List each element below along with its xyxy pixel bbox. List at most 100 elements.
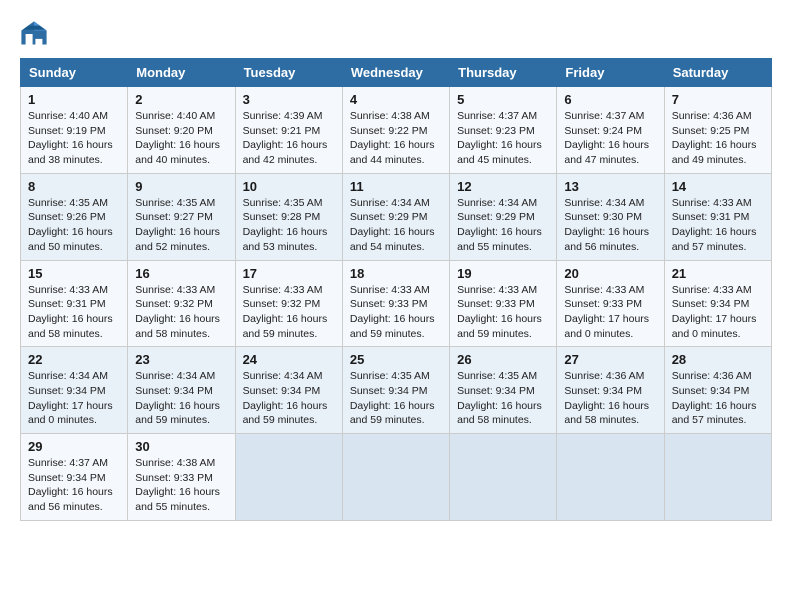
day-number: 9: [135, 179, 227, 194]
calendar-cell: 25 Sunrise: 4:35 AM Sunset: 9:34 PM Dayli…: [342, 347, 449, 434]
calendar-cell: 3Sunrise: 4:39 AM Sunset: 9:21 PM Daylig…: [235, 87, 342, 174]
calendar-cell: 18 Sunrise: 4:33 AM Sunset: 9:33 PM Dayli…: [342, 260, 449, 347]
calendar-cell: 29 Sunrise: 4:37 AM Sunset: 9:34 PM Dayli…: [21, 434, 128, 521]
day-info: Sunrise: 4:33 AM Sunset: 9:33 PM Dayligh…: [564, 283, 656, 342]
day-info: Sunrise: 4:33 AM Sunset: 9:32 PM Dayligh…: [135, 283, 227, 342]
column-header-monday: Monday: [128, 59, 235, 87]
calendar-cell: 27 Sunrise: 4:36 AM Sunset: 9:34 PM Dayli…: [557, 347, 664, 434]
day-info: Sunrise: 4:34 AM Sunset: 9:34 PM Dayligh…: [28, 369, 120, 428]
day-number: 12: [457, 179, 549, 194]
day-number: 17: [243, 266, 335, 281]
day-number: 10: [243, 179, 335, 194]
day-info: Sunrise: 4:34 AM Sunset: 9:34 PM Dayligh…: [135, 369, 227, 428]
day-info: Sunrise: 4:40 AM Sunset: 9:20 PM Dayligh…: [135, 109, 227, 168]
day-info: Sunrise: 4:36 AM Sunset: 9:34 PM Dayligh…: [564, 369, 656, 428]
day-number: 25: [350, 352, 442, 367]
column-header-tuesday: Tuesday: [235, 59, 342, 87]
column-header-saturday: Saturday: [664, 59, 771, 87]
logo-icon: [20, 20, 48, 48]
day-info: Sunrise: 4:35 AM Sunset: 9:26 PM Dayligh…: [28, 196, 120, 255]
day-info: Sunrise: 4:34 AM Sunset: 9:30 PM Dayligh…: [564, 196, 656, 255]
calendar-cell: 28Sunrise: 4:36 AM Sunset: 9:34 PM Dayli…: [664, 347, 771, 434]
day-number: 18: [350, 266, 442, 281]
calendar-cell: 2 Sunrise: 4:40 AM Sunset: 9:20 PM Daylig…: [128, 87, 235, 174]
day-info: Sunrise: 4:35 AM Sunset: 9:34 PM Dayligh…: [457, 369, 549, 428]
column-header-wednesday: Wednesday: [342, 59, 449, 87]
day-info: Sunrise: 4:33 AM Sunset: 9:33 PM Dayligh…: [350, 283, 442, 342]
calendar-cell: [664, 434, 771, 521]
day-number: 7: [672, 92, 764, 107]
day-number: 21: [672, 266, 764, 281]
day-info: Sunrise: 4:38 AM Sunset: 9:22 PM Dayligh…: [350, 109, 442, 168]
day-number: 11: [350, 179, 442, 194]
calendar-cell: [557, 434, 664, 521]
day-info: Sunrise: 4:33 AM Sunset: 9:32 PM Dayligh…: [243, 283, 335, 342]
calendar-cell: 24Sunrise: 4:34 AM Sunset: 9:34 PM Dayli…: [235, 347, 342, 434]
calendar-cell: [235, 434, 342, 521]
day-number: 1: [28, 92, 120, 107]
day-info: Sunrise: 4:33 AM Sunset: 9:33 PM Dayligh…: [457, 283, 549, 342]
day-number: 20: [564, 266, 656, 281]
day-info: Sunrise: 4:33 AM Sunset: 9:34 PM Dayligh…: [672, 283, 764, 342]
calendar-cell: 8Sunrise: 4:35 AM Sunset: 9:26 PM Daylig…: [21, 173, 128, 260]
calendar-cell: 16 Sunrise: 4:33 AM Sunset: 9:32 PM Dayli…: [128, 260, 235, 347]
day-info: Sunrise: 4:37 AM Sunset: 9:24 PM Dayligh…: [564, 109, 656, 168]
day-info: Sunrise: 4:36 AM Sunset: 9:34 PM Dayligh…: [672, 369, 764, 428]
day-number: 27: [564, 352, 656, 367]
calendar-cell: 17 Sunrise: 4:33 AM Sunset: 9:32 PM Dayli…: [235, 260, 342, 347]
column-header-thursday: Thursday: [450, 59, 557, 87]
day-number: 26: [457, 352, 549, 367]
calendar-cell: 11 Sunrise: 4:34 AM Sunset: 9:29 PM Dayli…: [342, 173, 449, 260]
calendar-week-row: 29 Sunrise: 4:37 AM Sunset: 9:34 PM Dayli…: [21, 434, 772, 521]
day-number: 16: [135, 266, 227, 281]
calendar-week-row: 1 Sunrise: 4:40 AM Sunset: 9:19 PM Daylig…: [21, 87, 772, 174]
calendar-header-row: SundayMondayTuesdayWednesdayThursdayFrid…: [21, 59, 772, 87]
day-number: 4: [350, 92, 442, 107]
calendar-cell: [342, 434, 449, 521]
day-number: 30: [135, 439, 227, 454]
day-number: 2: [135, 92, 227, 107]
calendar-cell: 14Sunrise: 4:33 AM Sunset: 9:31 PM Dayli…: [664, 173, 771, 260]
day-info: Sunrise: 4:37 AM Sunset: 9:23 PM Dayligh…: [457, 109, 549, 168]
calendar-cell: 13 Sunrise: 4:34 AM Sunset: 9:30 PM Dayli…: [557, 173, 664, 260]
day-info: Sunrise: 4:35 AM Sunset: 9:34 PM Dayligh…: [350, 369, 442, 428]
calendar-cell: 1 Sunrise: 4:40 AM Sunset: 9:19 PM Daylig…: [21, 87, 128, 174]
calendar-cell: 19 Sunrise: 4:33 AM Sunset: 9:33 PM Dayli…: [450, 260, 557, 347]
header: [20, 20, 772, 48]
calendar-cell: 4 Sunrise: 4:38 AM Sunset: 9:22 PM Daylig…: [342, 87, 449, 174]
calendar-cell: [450, 434, 557, 521]
day-info: Sunrise: 4:38 AM Sunset: 9:33 PM Dayligh…: [135, 456, 227, 515]
logo: [20, 20, 52, 48]
calendar-week-row: 8Sunrise: 4:35 AM Sunset: 9:26 PM Daylig…: [21, 173, 772, 260]
calendar-cell: 15 Sunrise: 4:33 AM Sunset: 9:31 PM Dayli…: [21, 260, 128, 347]
day-number: 22: [28, 352, 120, 367]
page: SundayMondayTuesdayWednesdayThursdayFrid…: [0, 0, 792, 541]
calendar-cell: 20 Sunrise: 4:33 AM Sunset: 9:33 PM Dayli…: [557, 260, 664, 347]
day-number: 15: [28, 266, 120, 281]
calendar-table: SundayMondayTuesdayWednesdayThursdayFrid…: [20, 58, 772, 521]
day-number: 3: [243, 92, 335, 107]
calendar-week-row: 22 Sunrise: 4:34 AM Sunset: 9:34 PM Dayli…: [21, 347, 772, 434]
day-number: 6: [564, 92, 656, 107]
day-number: 13: [564, 179, 656, 194]
calendar-cell: 22 Sunrise: 4:34 AM Sunset: 9:34 PM Dayli…: [21, 347, 128, 434]
day-number: 29: [28, 439, 120, 454]
day-info: Sunrise: 4:35 AM Sunset: 9:27 PM Dayligh…: [135, 196, 227, 255]
calendar-cell: 12 Sunrise: 4:34 AM Sunset: 9:29 PM Dayli…: [450, 173, 557, 260]
day-info: Sunrise: 4:37 AM Sunset: 9:34 PM Dayligh…: [28, 456, 120, 515]
calendar-cell: 6 Sunrise: 4:37 AM Sunset: 9:24 PM Daylig…: [557, 87, 664, 174]
calendar-week-row: 15 Sunrise: 4:33 AM Sunset: 9:31 PM Dayli…: [21, 260, 772, 347]
calendar-cell: 9 Sunrise: 4:35 AM Sunset: 9:27 PM Daylig…: [128, 173, 235, 260]
calendar-cell: 21 Sunrise: 4:33 AM Sunset: 9:34 PM Dayli…: [664, 260, 771, 347]
day-number: 14: [672, 179, 764, 194]
day-info: Sunrise: 4:34 AM Sunset: 9:29 PM Dayligh…: [350, 196, 442, 255]
calendar-cell: 30 Sunrise: 4:38 AM Sunset: 9:33 PM Dayli…: [128, 434, 235, 521]
column-header-friday: Friday: [557, 59, 664, 87]
calendar-cell: 23 Sunrise: 4:34 AM Sunset: 9:34 PM Dayli…: [128, 347, 235, 434]
day-number: 19: [457, 266, 549, 281]
day-number: 23: [135, 352, 227, 367]
calendar-cell: 10Sunrise: 4:35 AM Sunset: 9:28 PM Dayli…: [235, 173, 342, 260]
day-info: Sunrise: 4:34 AM Sunset: 9:29 PM Dayligh…: [457, 196, 549, 255]
day-info: Sunrise: 4:33 AM Sunset: 9:31 PM Dayligh…: [28, 283, 120, 342]
day-info: Sunrise: 4:40 AM Sunset: 9:19 PM Dayligh…: [28, 109, 120, 168]
